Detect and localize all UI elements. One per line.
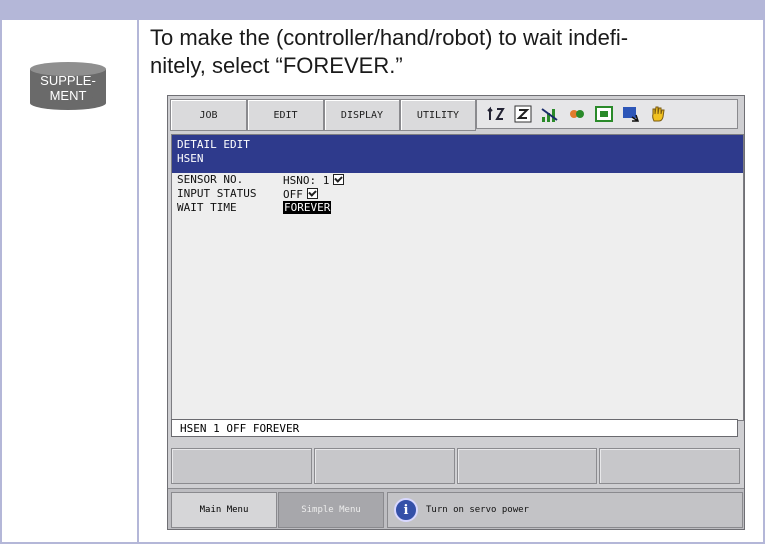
- dropdown-check-icon[interactable]: [306, 188, 318, 199]
- field-wait-time: WAIT TIME FOREVER: [177, 201, 332, 215]
- function-key-4[interactable]: [599, 448, 740, 484]
- supplement-badge: SUPPLE- MENT: [30, 62, 106, 110]
- field-sensor-no: SENSOR NO. HSNO: 1: [177, 173, 345, 187]
- menu-job[interactable]: JOB: [170, 99, 247, 131]
- supplement-column: SUPPLE- MENT: [2, 20, 139, 542]
- supplement-text: To make the (controller/hand/robot) to w…: [150, 24, 750, 80]
- servo-icon: [568, 105, 586, 123]
- info-icon: i: [394, 498, 418, 522]
- main-menu-button[interactable]: Main Menu: [171, 492, 277, 528]
- top-bar: [2, 2, 763, 20]
- status-icon-bar: [476, 99, 738, 129]
- function-key-3[interactable]: [456, 448, 598, 484]
- supplement-frame: SUPPLE- MENT To make the (controller/han…: [0, 0, 765, 544]
- function-key-1[interactable]: [171, 448, 312, 484]
- badge-line1: SUPPLE-: [40, 73, 96, 88]
- signal-icon: [541, 105, 559, 123]
- supplement-text-line1: To make the (controller/hand/robot) to w…: [150, 25, 629, 50]
- command-line[interactable]: HSEN 1 OFF FOREVER: [171, 419, 738, 437]
- field-label: INPUT STATUS: [177, 187, 257, 200]
- arrows-icon: [487, 105, 505, 123]
- screen-icon: [595, 105, 613, 123]
- dropdown-check-icon[interactable]: [333, 174, 345, 185]
- pendant-screen: JOB EDIT DISPLAY UTILITY DETAIL EDIT HSE…: [167, 95, 745, 530]
- detail-edit-panel: DETAIL EDIT HSEN SENSOR NO. HSNO: 1 INPU…: [171, 134, 744, 421]
- header-line2: HSEN: [177, 152, 204, 165]
- field-label: WAIT TIME: [177, 201, 237, 214]
- status-text: Turn on servo power: [426, 505, 529, 515]
- field-value[interactable]: OFF: [283, 188, 303, 201]
- wait-time-value[interactable]: FOREVER: [283, 201, 332, 214]
- menu-display[interactable]: DISPLAY: [324, 99, 400, 131]
- function-key-2[interactable]: [313, 448, 455, 484]
- badge-line2: MENT: [49, 88, 87, 103]
- status-message: i Turn on servo power: [387, 492, 743, 528]
- header-line1: DETAIL EDIT: [177, 138, 250, 151]
- simple-menu-button[interactable]: Simple Menu: [278, 492, 384, 528]
- menu-edit[interactable]: EDIT: [247, 99, 324, 131]
- field-label: SENSOR NO.: [177, 173, 244, 186]
- menu-utility[interactable]: UTILITY: [400, 99, 476, 131]
- function-keys: [171, 448, 740, 484]
- hand-icon: [649, 105, 667, 123]
- field-value[interactable]: HSNO: 1: [283, 174, 329, 187]
- z-icon: [514, 105, 532, 123]
- bottom-bar: Main Menu Simple Menu i Turn on servo po…: [168, 488, 744, 529]
- detail-header: DETAIL EDIT HSEN: [172, 135, 743, 173]
- field-input-status: INPUT STATUS OFF: [177, 187, 318, 201]
- supplement-text-line2: nitely, select “FOREVER.”: [150, 53, 403, 78]
- monitor-icon: [622, 105, 640, 123]
